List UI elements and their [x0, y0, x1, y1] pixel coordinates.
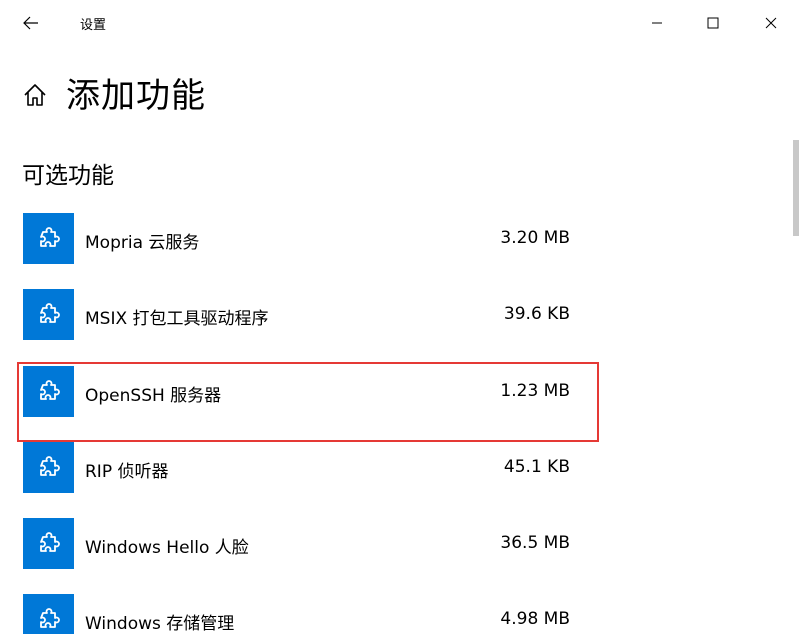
puzzle-icon [23, 594, 74, 634]
feature-name: MSIX 打包工具驱动程序 [85, 309, 269, 329]
feature-name: RIP 侦听器 [85, 462, 169, 482]
feature-item-windows-hello-face[interactable]: Windows Hello 人脸 36.5 MB [0, 505, 600, 575]
minimize-button[interactable] [634, 0, 680, 46]
minimize-icon [652, 22, 662, 24]
maximize-button[interactable] [690, 0, 736, 46]
section-title: 可选功能 [22, 163, 114, 189]
feature-name: Windows Hello 人脸 [85, 538, 249, 558]
home-icon[interactable] [22, 82, 48, 108]
feature-size: 4.98 MB [500, 609, 570, 629]
highlight-box [17, 362, 599, 442]
title-bar: 设置 [0, 0, 799, 46]
feature-size: 3.20 MB [500, 228, 570, 248]
maximize-icon [707, 17, 719, 29]
close-button[interactable] [748, 0, 794, 46]
feature-size: 36.5 MB [500, 533, 570, 553]
close-icon [765, 17, 777, 29]
feature-name: Mopria 云服务 [85, 233, 200, 253]
puzzle-icon [23, 213, 74, 264]
puzzle-icon [23, 442, 74, 493]
back-arrow-icon [23, 16, 38, 30]
puzzle-icon [23, 518, 74, 569]
back-button[interactable] [14, 8, 48, 38]
feature-name: Windows 存储管理 [85, 614, 235, 634]
feature-size: 39.6 KB [503, 304, 570, 324]
page-title: 添加功能 [66, 76, 206, 116]
feature-item-mopria[interactable]: Mopria 云服务 3.20 MB [0, 200, 600, 270]
feature-item-windows-storage-management[interactable]: Windows 存储管理 4.98 MB [0, 581, 600, 634]
puzzle-icon [23, 289, 74, 340]
app-title: 设置 [80, 18, 107, 33]
feature-size: 45.1 KB [503, 457, 570, 477]
feature-item-msix[interactable]: MSIX 打包工具驱动程序 39.6 KB [0, 276, 600, 346]
scrollbar[interactable] [793, 140, 799, 236]
settings-window: 设置 添加功能 可选功能 Mopria 云服务 3.20 MB MSIX 打包工… [0, 0, 799, 634]
